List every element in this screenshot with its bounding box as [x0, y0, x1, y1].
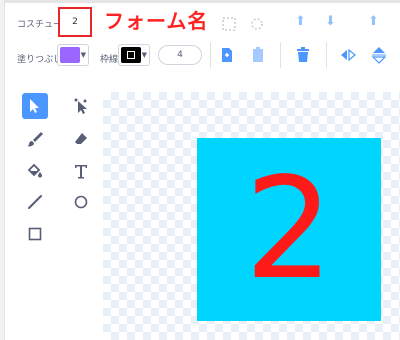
costume-name-input[interactable]: 2	[58, 7, 92, 37]
forward-icon[interactable]: ⬆	[295, 15, 306, 28]
chevron-down-icon: ▼	[141, 51, 147, 59]
divider	[210, 42, 211, 68]
annotation-label: フォーム名	[104, 9, 209, 33]
top-border	[0, 0, 400, 3]
tool-eraser[interactable]	[68, 126, 94, 152]
fill-label: 塗りつぶし	[17, 55, 63, 65]
flip-vertical-icon[interactable]	[372, 46, 386, 64]
line-icon	[28, 195, 42, 209]
eraser-icon	[75, 133, 87, 144]
text-icon	[75, 165, 87, 179]
tool-reshape[interactable]	[68, 93, 94, 119]
divider	[326, 42, 327, 68]
front-icon[interactable]: ⬆	[368, 15, 379, 28]
fill-color-picker[interactable]: ▼	[57, 44, 89, 66]
tool-brush[interactable]	[22, 126, 48, 152]
tool-fill[interactable]	[22, 158, 48, 184]
tool-select[interactable]	[22, 93, 48, 119]
backward-icon[interactable]: ⬇	[325, 15, 336, 28]
tool-text[interactable]	[68, 158, 94, 184]
outline-label: 枠線	[100, 55, 119, 65]
select-arrow-icon	[30, 99, 39, 113]
divider	[280, 42, 281, 68]
flip-horizontal-icon[interactable]	[340, 49, 356, 61]
outline-color-picker[interactable]: ▼	[118, 44, 150, 66]
fill-color-swatch	[60, 47, 80, 63]
outline-color-swatch	[121, 47, 141, 63]
circle-icon	[74, 195, 88, 209]
outline-width-input[interactable]: 4	[158, 45, 202, 65]
ungroup-icon[interactable]	[250, 17, 264, 31]
costume-number-text: 2	[244, 147, 334, 311]
tool-rectangle[interactable]	[22, 221, 48, 247]
copy-icon[interactable]	[220, 47, 234, 63]
paste-icon[interactable]	[251, 47, 265, 63]
tool-line[interactable]	[22, 189, 48, 215]
tool-circle[interactable]	[68, 189, 94, 215]
group-icon[interactable]	[222, 17, 236, 31]
fill-bucket-icon	[27, 163, 42, 178]
left-border	[0, 0, 5, 340]
brush-icon	[27, 132, 43, 147]
reshape-icon	[74, 98, 87, 114]
costume-name-value: 2	[72, 17, 78, 27]
chevron-down-icon: ▼	[80, 51, 86, 59]
delete-icon[interactable]	[296, 47, 310, 63]
rectangle-icon	[28, 227, 42, 241]
